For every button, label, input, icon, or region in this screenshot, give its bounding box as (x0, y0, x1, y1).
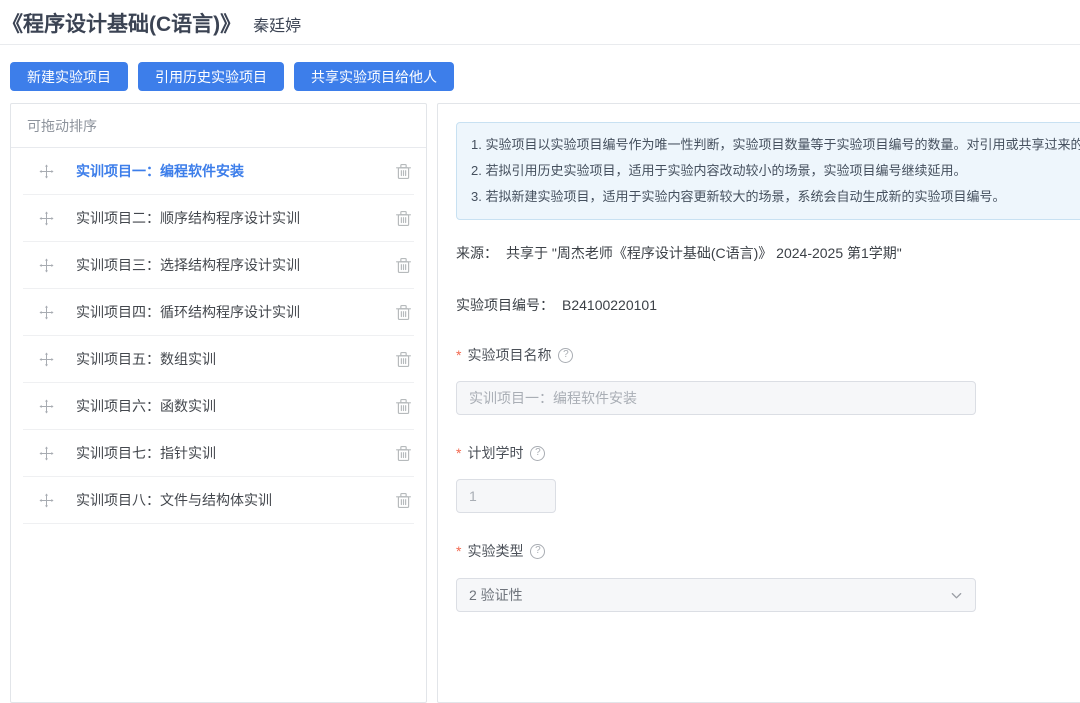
drag-handle-icon[interactable] (39, 493, 54, 508)
project-list-item[interactable]: 实训项目八：文件与结构体实训 (23, 477, 414, 524)
project-item-label: 实训项目五：数组实训 (76, 349, 395, 369)
project-list-item[interactable]: 实训项目三：选择结构程序设计实训 (23, 242, 414, 289)
new-project-button[interactable]: 新建实验项目 (10, 62, 128, 91)
notice-box: 1. 实验项目以实验项目编号作为唯一性判断，实验项目数量等于实验项目编号的数量。… (456, 122, 1080, 220)
drag-handle-icon[interactable] (39, 446, 54, 461)
project-list-panel: 可拖动排序 实训项目一：编程软件安装 (10, 103, 427, 703)
project-code-line: 实验项目编号： B24100220101 (456, 295, 1080, 315)
trash-icon[interactable] (395, 492, 412, 509)
toolbar: 新建实验项目 引用历史实验项目 共享实验项目给他人 (10, 62, 1080, 91)
project-name-label: * 实验项目名称 ? (456, 345, 1080, 365)
page-header: 《程序设计基础(C语言)》秦廷婷 (0, 0, 1080, 45)
required-marker: * (456, 445, 461, 461)
share-project-button[interactable]: 共享实验项目给他人 (294, 62, 454, 91)
source-value: 共享于 "周杰老师《程序设计基础(C语言)》 2024-2025 第1学期" (506, 245, 902, 261)
project-item-label: 实训项目三：选择结构程序设计实训 (76, 255, 395, 275)
project-item-label: 实训项目七：指针实训 (76, 443, 395, 463)
project-item-label: 实训项目二：顺序结构程序设计实训 (76, 208, 395, 228)
project-item-label: 实训项目一：编程软件安装 (76, 161, 395, 181)
drag-handle-icon[interactable] (39, 352, 54, 367)
experiment-type-label: * 实验类型 ? (456, 541, 1080, 561)
help-icon[interactable]: ? (558, 348, 573, 363)
import-history-button[interactable]: 引用历史实验项目 (138, 62, 284, 91)
trash-icon[interactable] (395, 257, 412, 274)
trash-icon[interactable] (395, 163, 412, 180)
project-code-label: 实验项目编号： (456, 297, 554, 313)
notice-line-2: 2. 若拟引用历史实验项目，适用于实验内容改动较小的场景，实验项目编号继续延用。 (471, 158, 1080, 184)
drag-sort-hint: 可拖动排序 (11, 104, 426, 148)
project-list-item[interactable]: 实训项目一：编程软件安装 (23, 148, 414, 195)
project-name-label-text: 实验项目名称 (467, 345, 551, 365)
source-label: 来源： (456, 245, 498, 261)
planned-hours-label: * 计划学时 ? (456, 443, 1080, 463)
notice-line-3: 3. 若拟新建实验项目，适用于实验内容更新较大的场景，系统会自动生成新的实验项目… (471, 184, 1080, 210)
planned-hours-input[interactable] (456, 479, 556, 513)
trash-icon[interactable] (395, 445, 412, 462)
drag-handle-icon[interactable] (39, 399, 54, 414)
drag-handle-icon[interactable] (39, 211, 54, 226)
trash-icon[interactable] (395, 210, 412, 227)
notice-line-1: 1. 实验项目以实验项目编号作为唯一性判断，实验项目数量等于实验项目编号的数量。… (471, 132, 1080, 158)
help-icon[interactable]: ? (530, 544, 545, 559)
project-detail-panel: 1. 实验项目以实验项目编号作为唯一性判断，实验项目数量等于实验项目编号的数量。… (437, 103, 1080, 703)
required-marker: * (456, 543, 461, 559)
help-icon[interactable]: ? (530, 446, 545, 461)
project-list-item[interactable]: 实训项目七：指针实训 (23, 430, 414, 477)
project-item-label: 实训项目八：文件与结构体实训 (76, 490, 395, 510)
project-code-value: B24100220101 (562, 297, 657, 313)
source-line: 来源： 共享于 "周杰老师《程序设计基础(C语言)》 2024-2025 第1学期… (456, 243, 1080, 263)
project-list: 实训项目一：编程软件安装 实训项目二：顺序结构程序设计实训 (11, 148, 426, 524)
project-name-input[interactable] (456, 381, 976, 415)
experiment-type-value: 2 验证性 (469, 585, 523, 605)
chevron-down-icon (950, 589, 963, 602)
trash-icon[interactable] (395, 398, 412, 415)
project-list-item[interactable]: 实训项目二：顺序结构程序设计实训 (23, 195, 414, 242)
experiment-type-select[interactable]: 2 验证性 (456, 578, 976, 612)
project-list-item[interactable]: 实训项目四：循环结构程序设计实训 (23, 289, 414, 336)
planned-hours-label-text: 计划学时 (467, 443, 523, 463)
trash-icon[interactable] (395, 351, 412, 368)
trash-icon[interactable] (395, 304, 412, 321)
teacher-name: 秦廷婷 (253, 18, 301, 35)
project-list-item[interactable]: 实训项目五：数组实训 (23, 336, 414, 383)
project-item-label: 实训项目四：循环结构程序设计实训 (76, 302, 395, 322)
drag-handle-icon[interactable] (39, 164, 54, 179)
project-list-item[interactable]: 实训项目六：函数实训 (23, 383, 414, 430)
experiment-type-label-text: 实验类型 (467, 541, 523, 561)
drag-handle-icon[interactable] (39, 258, 54, 273)
project-item-label: 实训项目六：函数实训 (76, 396, 395, 416)
page-title: 《程序设计基础(C语言)》 (2, 8, 241, 38)
required-marker: * (456, 347, 461, 363)
drag-handle-icon[interactable] (39, 305, 54, 320)
